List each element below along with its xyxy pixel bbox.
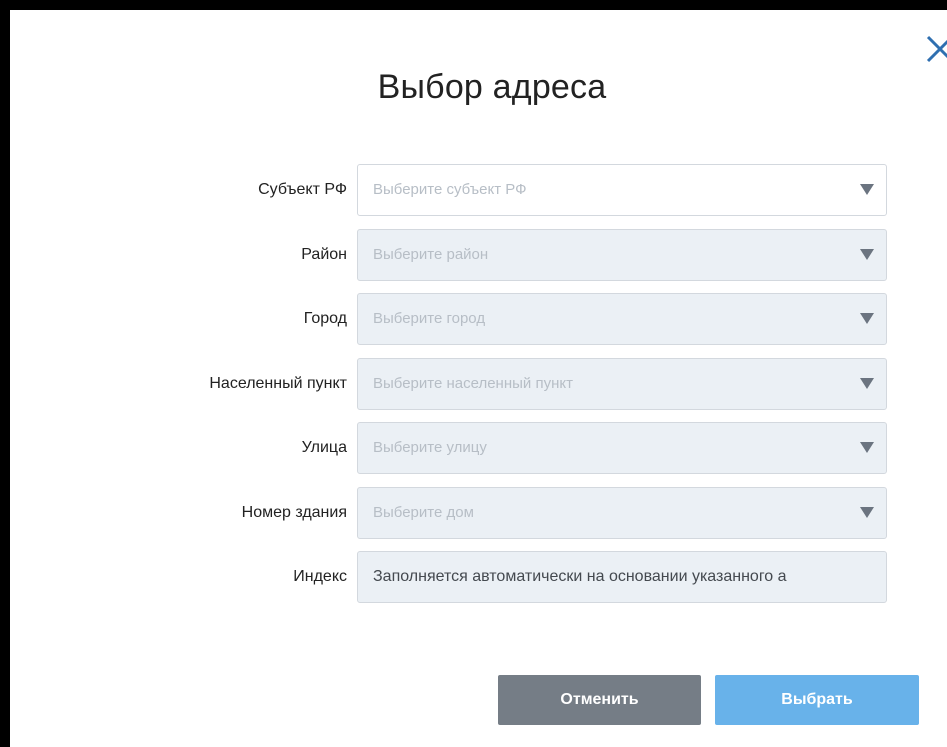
field-label: Улица	[301, 439, 347, 456]
dialog-title: Выбор адреса	[377, 68, 607, 106]
field-label: Город	[303, 310, 347, 327]
index-value: Заполняется автоматически на основании у…	[373, 568, 787, 585]
address-form: Субъект РФ Выберите субъект РФ Район Выб…	[10, 164, 947, 616]
subject-select[interactable]: Выберите субъект РФ	[357, 164, 887, 216]
field-row-district: Район Выберите район	[10, 228, 947, 294]
address-dialog: Выбор адреса Субъект РФ Выберите субъект…	[10, 10, 947, 747]
field-label: Индекс	[293, 568, 347, 585]
chevron-down-icon	[860, 313, 874, 324]
field-label: Номер здания	[241, 503, 347, 521]
street-select[interactable]: Выберите улицу	[357, 422, 887, 474]
field-label: Населенный пункт	[209, 374, 347, 392]
chevron-down-icon	[860, 506, 874, 518]
select-placeholder: Выберите субъект РФ	[373, 181, 527, 198]
field-row-building: Номер здания Выберите дом	[10, 486, 947, 552]
field-row-settlement: Населенный пункт Выберите населенный пун…	[10, 357, 947, 423]
district-select[interactable]: Выберите район	[357, 228, 887, 281]
select-placeholder: Выберите город	[373, 310, 486, 327]
select-placeholder: Выберите район	[373, 245, 489, 263]
field-label: Район	[301, 245, 347, 263]
chevron-down-icon	[860, 248, 874, 260]
cancel-button[interactable]: Отменить	[498, 675, 701, 725]
settlement-select[interactable]: Выберите населенный пункт	[357, 357, 887, 410]
field-row-city: Город Выберите город	[10, 293, 947, 358]
field-row-subject: Субъект РФ Выберите субъект РФ	[10, 164, 947, 229]
close-icon	[926, 35, 947, 63]
chevron-down-icon	[860, 184, 874, 195]
select-placeholder: Выберите населенный пункт	[373, 374, 573, 392]
field-row-index: Индекс Заполняется автоматически на осно…	[10, 551, 947, 616]
building-select[interactable]: Выберите дом	[357, 486, 887, 539]
chevron-down-icon	[860, 442, 874, 453]
select-placeholder: Выберите дом	[373, 503, 474, 521]
close-button[interactable]	[923, 32, 947, 66]
city-select[interactable]: Выберите город	[357, 293, 887, 345]
index-field[interactable]: Заполняется автоматически на основании у…	[357, 551, 887, 603]
field-label: Субъект РФ	[258, 181, 347, 198]
select-button[interactable]: Выбрать	[715, 675, 919, 725]
chevron-down-icon	[860, 377, 874, 389]
field-row-street: Улица Выберите улицу	[10, 422, 947, 487]
select-placeholder: Выберите улицу	[373, 439, 487, 456]
